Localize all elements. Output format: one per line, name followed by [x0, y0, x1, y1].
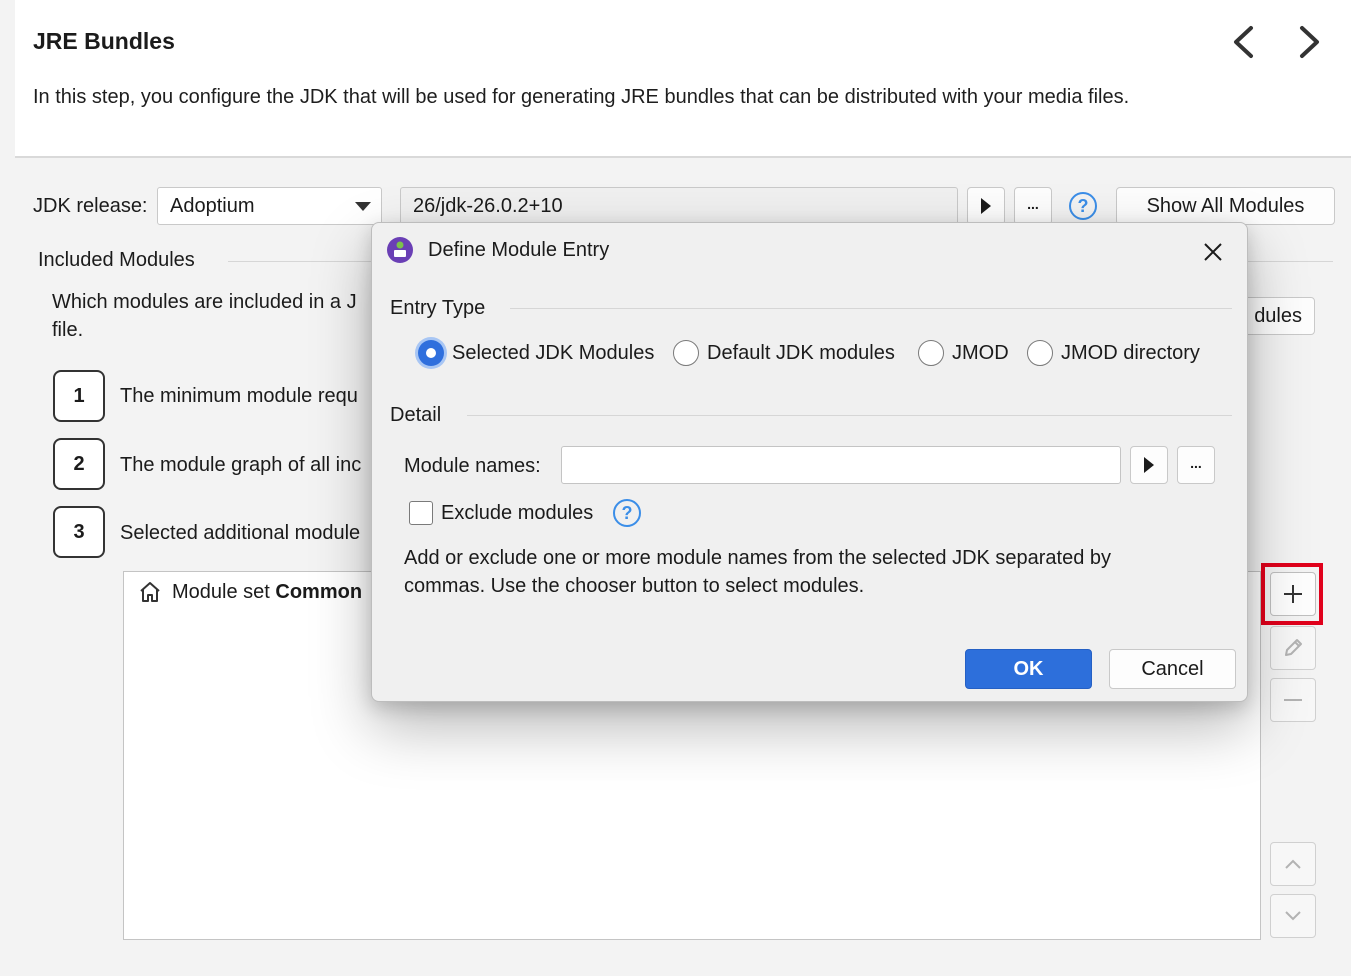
play-arrow-icon	[1144, 457, 1154, 473]
plus-icon	[1284, 585, 1302, 603]
edit-button[interactable]	[1270, 626, 1316, 670]
jdk-browse-button[interactable]: ...	[1014, 187, 1052, 225]
chevron-up-icon	[1285, 859, 1301, 869]
option-label: JMOD directory	[1061, 341, 1200, 364]
show-all-modules-button[interactable]: Show All Modules	[1116, 187, 1335, 225]
entry-type-heading: Entry Type	[390, 297, 486, 319]
help-text-line2: commas. Use the chooser button to select…	[404, 575, 865, 597]
step-badge-2: 2	[53, 438, 105, 490]
radio-selected[interactable]	[418, 340, 444, 366]
page-title: JRE Bundles	[33, 28, 175, 54]
jdk-release-label: JDK release:	[33, 195, 148, 217]
help-text-line1: Add or exclude one or more module names …	[404, 547, 1112, 569]
back-button[interactable]	[1223, 20, 1263, 64]
module-browse-button[interactable]: ...	[1177, 446, 1215, 484]
jdk-provider-combo[interactable]: Adoptium	[157, 187, 382, 225]
list-item-name: Common	[275, 580, 363, 603]
module-names-input[interactable]	[561, 446, 1121, 484]
pencil-icon	[1285, 639, 1302, 656]
step-text-2: The module graph of all inc	[120, 454, 362, 476]
modules-question-line1: Which modules are included in a J	[52, 291, 357, 313]
dialog-close-button[interactable]	[1198, 237, 1228, 267]
chevron-down-icon	[1285, 911, 1301, 921]
remove-button[interactable]	[1270, 678, 1316, 722]
chevron-left-icon	[1234, 26, 1253, 58]
page-description: In this step, you configure the JDK that…	[33, 86, 1130, 108]
step-badge-3: 3	[53, 506, 105, 558]
jdk-select-button[interactable]	[967, 187, 1005, 225]
exclude-modules-label: Exclude modules	[441, 501, 594, 524]
step-badge-1: 1	[53, 370, 105, 422]
radio-unselected[interactable]	[1027, 340, 1053, 366]
svg-text:?: ?	[1078, 196, 1089, 216]
exclude-modules-option[interactable]: Exclude modules	[409, 501, 593, 525]
option-label: Default JDK modules	[707, 341, 895, 364]
close-icon	[1204, 243, 1222, 261]
entry-type-divider	[510, 308, 1232, 309]
option-jmod[interactable]: JMOD	[918, 340, 1009, 366]
step-text-1: The minimum module requ	[120, 385, 358, 407]
option-label: JMOD	[952, 341, 1009, 364]
add-button[interactable]	[1270, 572, 1316, 616]
list-item[interactable]: Module set Common	[138, 580, 362, 604]
module-names-label: Module names:	[404, 455, 541, 477]
define-module-entry-dialog: Define Module Entry Entry Type Selected …	[371, 222, 1248, 702]
detail-divider	[467, 415, 1232, 416]
radio-unselected[interactable]	[918, 340, 944, 366]
list-item-prefix: Module set	[172, 580, 276, 603]
option-selected-jdk-modules[interactable]: Selected JDK Modules	[418, 340, 654, 366]
move-up-button[interactable]	[1270, 842, 1316, 886]
option-label: Selected JDK Modules	[452, 341, 655, 364]
option-default-jdk-modules[interactable]: Default JDK modules	[673, 340, 895, 366]
jdk-version-value: 26/jdk-26.0.2+10	[413, 194, 563, 217]
included-modules-heading: Included Modules	[38, 249, 195, 271]
help-icon[interactable]: ?	[1068, 191, 1098, 226]
help-icon[interactable]: ?	[612, 498, 642, 533]
home-icon	[140, 582, 160, 602]
option-jmod-directory[interactable]: JMOD directory	[1027, 340, 1200, 366]
step-text-3: Selected additional module	[120, 522, 361, 544]
minus-icon	[1284, 699, 1302, 701]
chevron-right-icon	[1300, 26, 1319, 58]
ok-button[interactable]: OK	[965, 649, 1092, 689]
cancel-button[interactable]: Cancel	[1109, 649, 1236, 689]
modules-question-line2: file.	[52, 319, 84, 341]
radio-unselected[interactable]	[673, 340, 699, 366]
exclude-modules-checkbox[interactable]	[409, 501, 433, 525]
play-arrow-icon	[981, 198, 991, 214]
app-icon	[386, 236, 414, 269]
module-select-button[interactable]	[1130, 446, 1168, 484]
move-down-button[interactable]	[1270, 894, 1316, 938]
dialog-title: Define Module Entry	[428, 239, 610, 261]
detail-heading: Detail	[390, 404, 442, 426]
jdk-provider-value: Adoptium	[170, 194, 255, 217]
dropdown-arrow-icon	[355, 202, 371, 211]
forward-button[interactable]	[1290, 20, 1330, 64]
svg-text:?: ?	[622, 503, 633, 523]
jdk-version-field[interactable]: 26/jdk-26.0.2+10	[400, 187, 958, 225]
